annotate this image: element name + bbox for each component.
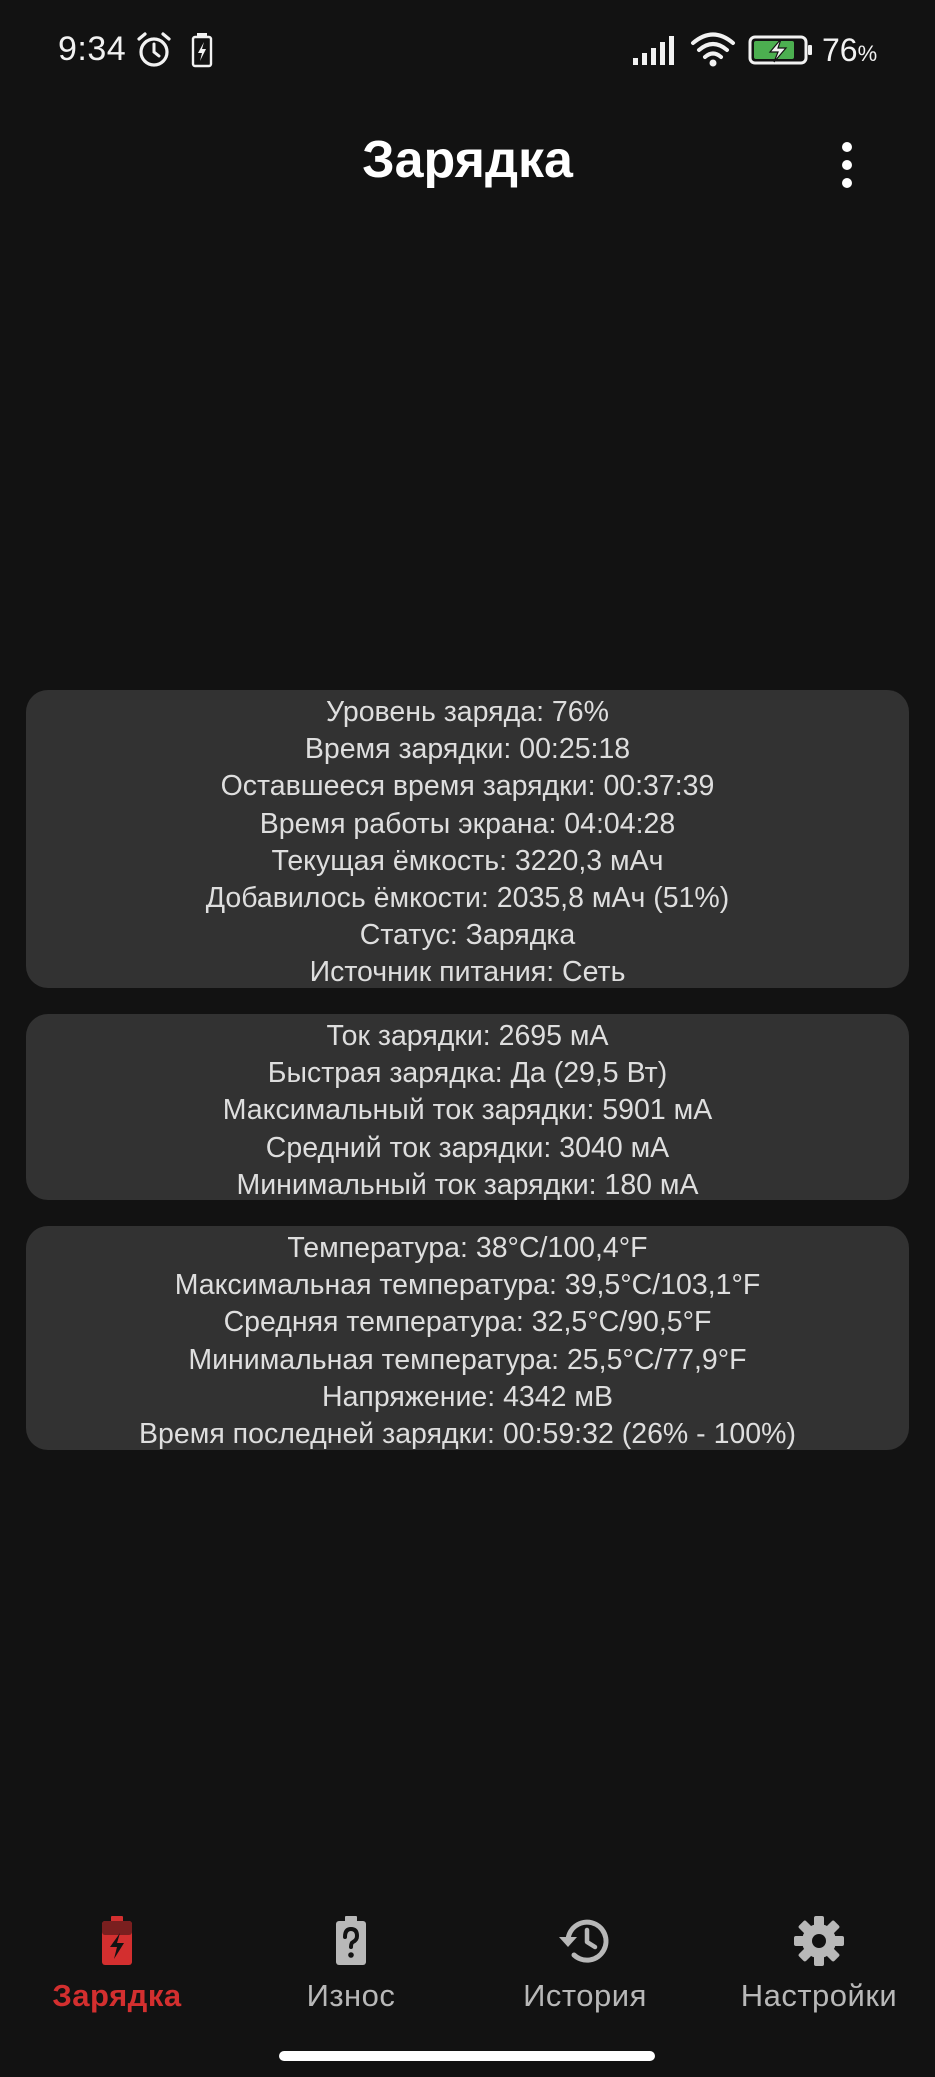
more-vertical-icon[interactable] xyxy=(826,138,868,196)
last-charge-row: Время последней зарядки: 00:59:32 (26% -… xyxy=(139,1418,796,1451)
nav-item-wear[interactable]: Износ xyxy=(234,1900,468,2040)
home-indicator[interactable] xyxy=(279,2051,655,2061)
remaining-time-row: Оставшееся время зарядки: 00:37:39 xyxy=(220,770,715,803)
history-icon xyxy=(559,1919,609,1963)
current-capacity-row: Текущая ёмкость: 3220,3 мАч xyxy=(271,844,664,877)
nav-label-charging: Зарядка xyxy=(52,1978,182,2013)
voltage-row: Напряжение: 4342 мВ xyxy=(321,1380,613,1413)
battery-charging-small-icon xyxy=(191,33,213,68)
status-bar: 9:34 76% xyxy=(0,0,935,104)
min-current-row: Минимальный ток зарядки: 180 мА xyxy=(236,1168,699,1201)
wifi-icon xyxy=(691,32,735,67)
current-info-card: Ток зарядки: 2695 мА Быстрая зарядка: Да… xyxy=(26,1014,909,1201)
avg-current-row: Средний ток зарядки: 3040 мА xyxy=(265,1131,670,1164)
battery-status-icon xyxy=(748,35,812,65)
max-temperature-row: Максимальная температура: 39,5°C/103,1°F xyxy=(174,1269,761,1302)
nav-label-history: История xyxy=(523,1978,647,2013)
charging-time-row: Время зарядки: 00:25:18 xyxy=(304,733,631,766)
max-current-row: Максимальный ток зарядки: 5901 мА xyxy=(222,1094,713,1127)
bottom-navigation: Зарядка Износ История Настройки xyxy=(0,1900,935,2040)
charge-level-row: Уровень заряда: 76% xyxy=(326,696,609,728)
temperature-row: Температура: 38°C/100,4°F xyxy=(287,1232,648,1264)
nav-item-settings[interactable]: Настройки xyxy=(702,1900,935,2040)
charge-info-card: Уровень заряда: 76% Время зарядки: 00:25… xyxy=(26,690,909,988)
added-capacity-row: Добавилось ёмкости: 2035,8 мАч (51%) xyxy=(205,882,730,915)
charging-current-row: Ток зарядки: 2695 мА xyxy=(326,1020,609,1052)
min-temperature-row: Минимальная температура: 25,5°C/77,9°F xyxy=(188,1343,747,1376)
gear-icon xyxy=(794,1916,844,1966)
page-title: Зарядка xyxy=(362,131,573,189)
battery-percent: 76% xyxy=(822,32,878,68)
nav-item-history[interactable]: История xyxy=(468,1900,702,2040)
nav-label-settings: Настройки xyxy=(740,1978,898,2013)
status-row: Статус: Зарядка xyxy=(359,919,576,952)
power-source-row: Источник питания: Сеть xyxy=(309,956,626,989)
alarm-icon xyxy=(137,32,171,67)
nav-item-charging[interactable]: Зарядка xyxy=(0,1900,234,2040)
nav-label-wear: Износ xyxy=(306,1978,396,2013)
temperature-info-card: Температура: 38°C/100,4°F Максимальная т… xyxy=(26,1226,909,1450)
avg-temperature-row: Средняя температура: 32,5°C/90,5°F xyxy=(223,1306,712,1339)
signal-icon xyxy=(633,36,674,65)
battery-charging-icon xyxy=(102,1916,132,1965)
status-time: 9:34 xyxy=(58,30,127,68)
fast-charging-row: Быстрая зарядка: Да (29,5 Вт) xyxy=(267,1057,668,1090)
screen-time-row: Время работы экрана: 04:04:28 xyxy=(259,807,676,840)
battery-unknown-icon xyxy=(336,1916,366,1965)
